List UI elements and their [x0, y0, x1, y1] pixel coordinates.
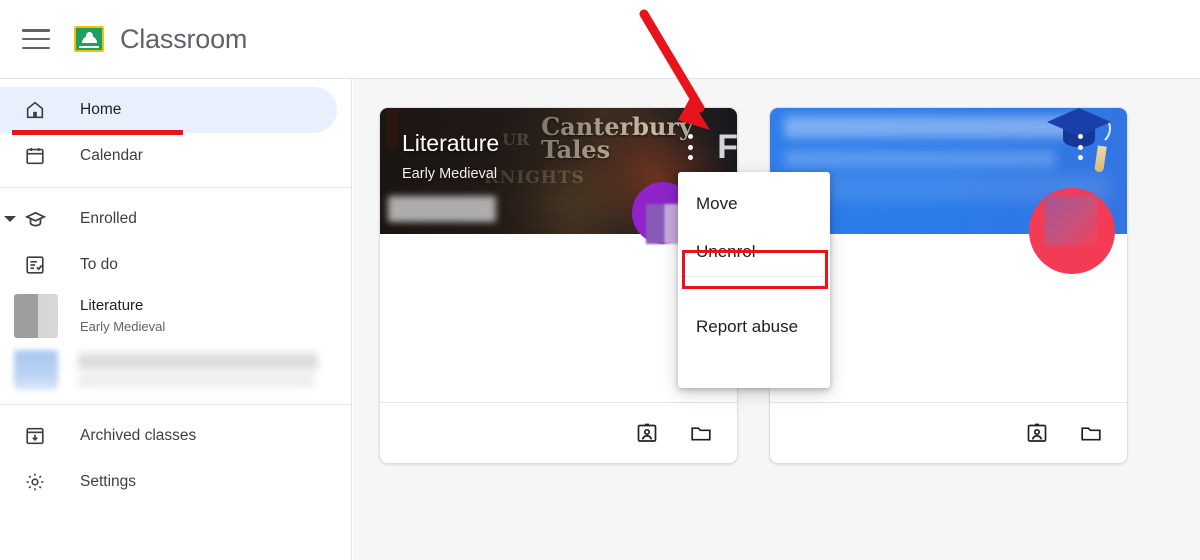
google-classroom-logo — [74, 26, 104, 52]
assignment-card-icon[interactable] — [633, 419, 661, 447]
three-dot-menu-icon[interactable] — [1069, 130, 1091, 164]
brand: Classroom — [74, 24, 247, 55]
sidebar: Home Calendar Enrolled To do Literature … — [0, 79, 352, 560]
home-icon — [22, 97, 48, 123]
sidebar-item-label: Home — [80, 101, 122, 118]
menu-divider — [678, 276, 830, 277]
redacted-card-title — [784, 116, 1084, 138]
sidebar-item-archived-classes[interactable]: Archived classes — [0, 413, 337, 459]
sidebar-item-label: Archived classes — [80, 427, 197, 444]
class-thumbnail — [14, 350, 58, 390]
class-thumbnail — [14, 294, 58, 338]
page-title: Classroom — [120, 23, 248, 54]
folder-icon[interactable] — [1077, 419, 1105, 447]
class-name: Literature — [80, 297, 144, 314]
class-section: Early Medieval — [80, 318, 166, 334]
sidebar-class-literature[interactable]: Literature Early Medieval — [0, 288, 351, 344]
sidebar-item-todo[interactable]: To do — [0, 242, 337, 288]
card-footer — [770, 402, 1127, 463]
menu-item-move[interactable]: Move — [678, 180, 830, 228]
sidebar-item-home[interactable]: Home — [0, 87, 337, 133]
hamburger-menu-icon[interactable] — [22, 29, 50, 49]
menu-item-unenrol[interactable]: Unenrol — [678, 228, 830, 276]
sidebar-item-label: Calendar — [80, 147, 143, 164]
assignment-card-icon[interactable] — [1023, 419, 1051, 447]
classroom-app: Classroom Home Calendar Enrolled To do L… — [0, 0, 1200, 560]
archive-icon — [22, 423, 48, 449]
red-avatar — [1029, 188, 1115, 274]
sidebar-item-calendar[interactable]: Calendar — [0, 133, 337, 179]
red-arrow-pointing-to-overflow-menu — [639, 9, 710, 130]
todo-checklist-icon — [22, 252, 48, 278]
avatar-redaction — [1045, 196, 1097, 246]
folder-icon[interactable] — [687, 419, 715, 447]
sidebar-item-enrolled[interactable]: Enrolled — [0, 196, 337, 242]
graduation-cap-icon — [22, 206, 48, 232]
sidebar-enrolled-group: Enrolled To do Literature Early Medieval — [0, 188, 351, 404]
sidebar-footer-group: Archived classes Settings — [0, 405, 351, 513]
chevron-down-icon[interactable] — [4, 216, 16, 222]
redacted-teacher-name — [388, 196, 496, 222]
redacted-class-text — [78, 353, 318, 387]
gear-icon — [22, 469, 48, 495]
calendar-icon — [22, 143, 48, 169]
sidebar-class-redacted[interactable] — [0, 344, 351, 396]
sidebar-item-label: To do — [80, 256, 118, 273]
class-text: Literature Early Medieval — [80, 297, 165, 335]
card-title: Literature — [402, 130, 500, 156]
menu-item-report-abuse[interactable]: Report abuse — [678, 303, 830, 351]
app-header: Classroom — [0, 0, 1200, 79]
sidebar-item-settings[interactable]: Settings — [0, 459, 337, 505]
sidebar-item-label: Enrolled — [80, 210, 137, 227]
red-underline-under-home — [12, 130, 183, 135]
card-overflow-dropdown: Move Unenrol Report abuse — [678, 172, 830, 388]
redacted-card-subtitle — [784, 150, 1056, 168]
card-subtitle: Early Medieval — [402, 166, 498, 182]
sidebar-item-label: Settings — [80, 473, 137, 490]
card-footer — [380, 402, 737, 463]
